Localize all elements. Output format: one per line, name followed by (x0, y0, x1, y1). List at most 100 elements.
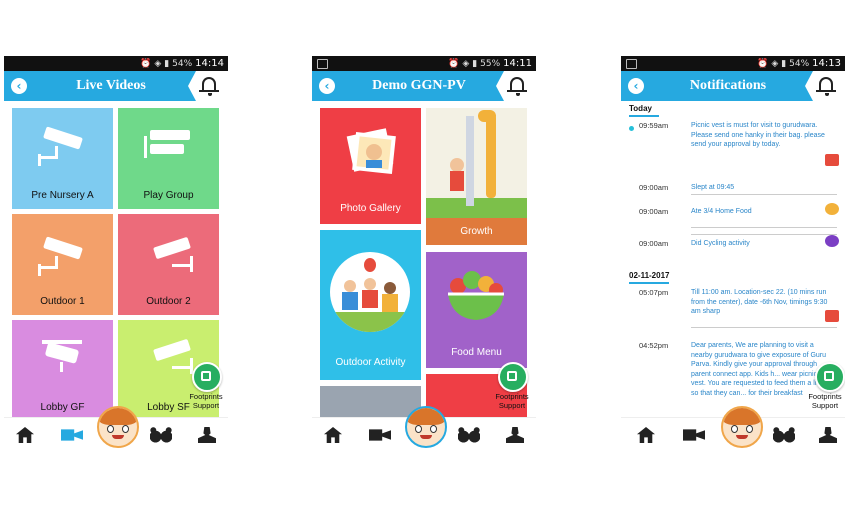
status-icons: ⏰ ◈ ▮ (757, 58, 787, 69)
phone-demo-dashboard: ⏰ ◈ ▮ 55% 14:11 ‹ Demo GGN-PV Photo Gall… (312, 56, 536, 452)
cctv-camera-icon (42, 340, 82, 372)
page-title: Live Videos (76, 78, 146, 93)
notification-text: Picnic vest is must for visit to gurudwa… (691, 122, 825, 148)
app-bar: ‹ Demo GGN-PV (312, 71, 536, 101)
phone-notifications: ⏰ ◈ ▮ 54% 14:13 ‹ Notifications Today 09… (621, 56, 845, 452)
clock: 14:11 (503, 58, 532, 69)
phone-live-videos: ⏰ ◈ ▮ 54% 14:14 ‹ Live Videos Pre Nurser… (4, 56, 228, 452)
bottom-nav (312, 406, 536, 452)
tile-outdoor-1[interactable]: Outdoor 1 (12, 214, 113, 315)
back-button[interactable]: ‹ (628, 78, 644, 94)
support-label: Footprints Support (184, 392, 228, 410)
status-icons: ⏰ ◈ ▮ (448, 58, 478, 69)
notification-time: 05:07pm (639, 288, 669, 297)
avatar[interactable] (721, 406, 763, 448)
tile-growth[interactable]: Growth (426, 108, 527, 245)
video-icon[interactable] (683, 429, 705, 441)
notifications-button[interactable] (188, 71, 228, 101)
support-button[interactable] (192, 362, 222, 392)
section-header-today: Today (629, 104, 652, 113)
tile-lobby-gf[interactable]: Lobby GF (12, 320, 113, 421)
footprints-icon[interactable] (458, 427, 480, 443)
tile-label: Play Group (143, 190, 194, 201)
tile-label: Outdoor Activity (335, 357, 406, 368)
cctv-camera-icon (153, 339, 193, 374)
battery-text: 55% (480, 58, 501, 69)
profile-icon[interactable] (819, 427, 837, 443)
image-icon (317, 59, 328, 69)
video-icon[interactable] (61, 429, 83, 441)
section-underline (629, 115, 659, 117)
bell-icon (816, 77, 836, 96)
salad-bowl-icon (448, 271, 504, 320)
bottom-nav (4, 406, 228, 452)
video-icon[interactable] (369, 429, 391, 441)
notifications-button[interactable] (496, 71, 536, 101)
footprints-icon[interactable] (150, 427, 172, 443)
notification-time: 04:52pm (639, 341, 669, 350)
message-icon (825, 310, 839, 322)
divider (691, 227, 837, 228)
page-title: Notifications (689, 78, 767, 93)
tile-pre-nursery-a[interactable]: Pre Nursery A (12, 108, 113, 209)
notification-time: 09:00am (639, 207, 669, 216)
cctv-camera-icon (38, 126, 83, 166)
back-button[interactable]: ‹ (11, 78, 27, 94)
tile-label: Pre Nursery A (31, 190, 94, 201)
unread-dot (629, 126, 634, 131)
tile-label: Outdoor 1 (40, 296, 85, 307)
notification-text: Ate 3/4 Home Food (691, 208, 752, 215)
support-label-line1: Footprints (808, 392, 842, 401)
tile-play-group[interactable]: Play Group (118, 108, 219, 209)
home-icon[interactable] (16, 427, 34, 443)
support-label: Footprints Support (490, 392, 534, 410)
support-label-line2: Support (192, 401, 220, 410)
notification-text: Did Cycling activity (691, 240, 750, 247)
battery-text: 54% (172, 58, 193, 69)
home-icon[interactable] (637, 427, 655, 443)
notification-text: Dear parents, We are planning to visit a… (691, 342, 827, 397)
cctv-camera-icon (153, 237, 193, 272)
profile-icon[interactable] (506, 427, 524, 443)
tile-label: Lobby GF (40, 402, 85, 413)
divider (691, 194, 837, 195)
avatar[interactable] (97, 406, 139, 448)
divider (691, 234, 837, 235)
battery-text: 54% (789, 58, 810, 69)
cctv-camera-icon (38, 236, 83, 276)
section-header-date: 02-11-2017 (629, 271, 670, 280)
support-label-line2: Support (498, 401, 526, 410)
tile-label: Photo Gallery (340, 203, 401, 214)
home-icon[interactable] (324, 427, 342, 443)
notifications-button[interactable] (805, 71, 845, 101)
back-button[interactable]: ‹ (319, 78, 335, 94)
page-title: Demo GGN-PV (372, 78, 466, 93)
avatar[interactable] (405, 406, 447, 448)
tile-food-menu[interactable]: Food Menu (426, 252, 527, 368)
notification-text: Slept at 09:45 (691, 184, 735, 191)
clock: 14:13 (812, 58, 841, 69)
status-bar: ⏰ ◈ ▮ 54% 14:14 (4, 56, 228, 71)
support-label-line1: Footprints (189, 392, 223, 401)
clock: 14:14 (195, 58, 224, 69)
footprints-icon[interactable] (773, 427, 795, 443)
status-bar: ⏰ ◈ ▮ 55% 14:11 (312, 56, 536, 71)
tile-label: Food Menu (451, 347, 502, 358)
tile-label: Growth (460, 226, 493, 237)
support-button[interactable] (815, 362, 845, 392)
notification-time: 09:00am (639, 239, 669, 248)
tile-photo-gallery[interactable]: Photo Gallery (320, 108, 421, 224)
support-label-line2: Support (811, 401, 839, 410)
status-icons: ⏰ ◈ ▮ (140, 58, 170, 69)
notification-time: 09:59am (639, 121, 669, 130)
notification-list[interactable]: Today 09:59am Picnic vest is must for vi… (621, 101, 845, 418)
notification-text: Till 11:00 am. Location-sec 22. (10 mins… (691, 289, 828, 315)
bottom-nav (621, 406, 845, 452)
notification-time: 09:00am (639, 183, 669, 192)
status-bar: ⏰ ◈ ▮ 54% 14:13 (621, 56, 845, 71)
support-button[interactable] (498, 362, 528, 392)
tile-outdoor-activity[interactable]: Outdoor Activity (320, 230, 421, 380)
app-bar: ‹ Live Videos (4, 71, 228, 101)
tile-outdoor-2[interactable]: Outdoor 2 (118, 214, 219, 315)
profile-icon[interactable] (198, 427, 216, 443)
